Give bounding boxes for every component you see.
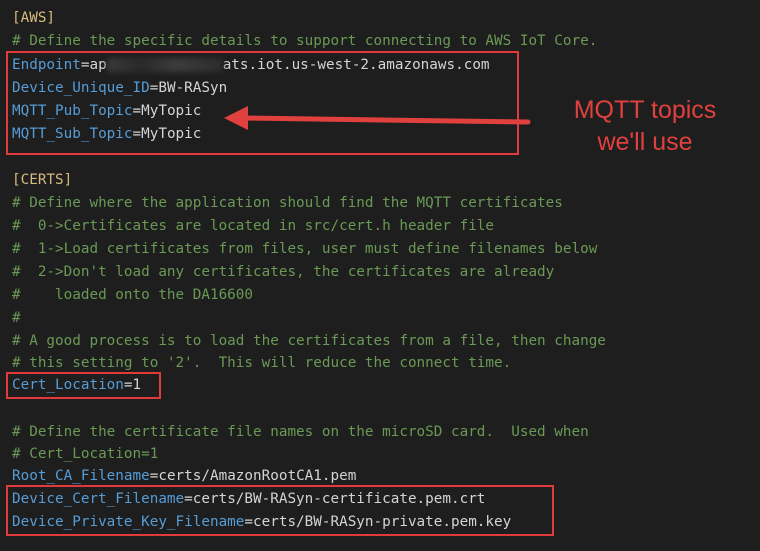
- certs-comment: # A good process is to load the certific…: [12, 333, 606, 349]
- arrow-icon: [224, 106, 531, 130]
- certs-comment: # loaded onto the DA16600: [12, 287, 254, 303]
- root-ca-value: certs/AmazonRootCA1.pem: [158, 468, 357, 484]
- certs-comment: #: [12, 310, 21, 326]
- aws-section-header: [AWS]: [12, 10, 56, 26]
- file-comment: # Define the certificate file names on t…: [12, 424, 589, 440]
- code-editor[interactable]: [AWS] # Define the specific details to s…: [0, 0, 760, 551]
- certs-section-header: [CERTS]: [12, 172, 73, 188]
- certs-comment: # 1->Load certificates from files, user …: [12, 241, 598, 257]
- certs-comment: # 2->Don't load any certificates, the ce…: [12, 264, 555, 280]
- annotation-line-1: MQTT topics: [573, 96, 717, 124]
- aws-comment: # Define the specific details to support…: [12, 33, 598, 49]
- annotation-line-2: we'll use: [597, 128, 693, 156]
- cert-location-highlight-box: [6, 372, 161, 399]
- certs-comment: # this setting to '2'. This will reduce …: [12, 355, 512, 371]
- cert-files-highlight-box: [6, 485, 554, 536]
- certs-comment: # Define where the application should fi…: [12, 195, 563, 211]
- root-ca-key: Root_CA_Filename: [12, 468, 150, 484]
- root-ca-line: Root_CA_Filename=certs/AmazonRootCA1.pem: [12, 468, 357, 484]
- file-comment: # Cert_Location=1: [12, 446, 159, 462]
- certs-comment: # 0->Certificates are located in src/cer…: [12, 218, 495, 234]
- annotation-label: MQTT topics we'll use: [540, 94, 750, 158]
